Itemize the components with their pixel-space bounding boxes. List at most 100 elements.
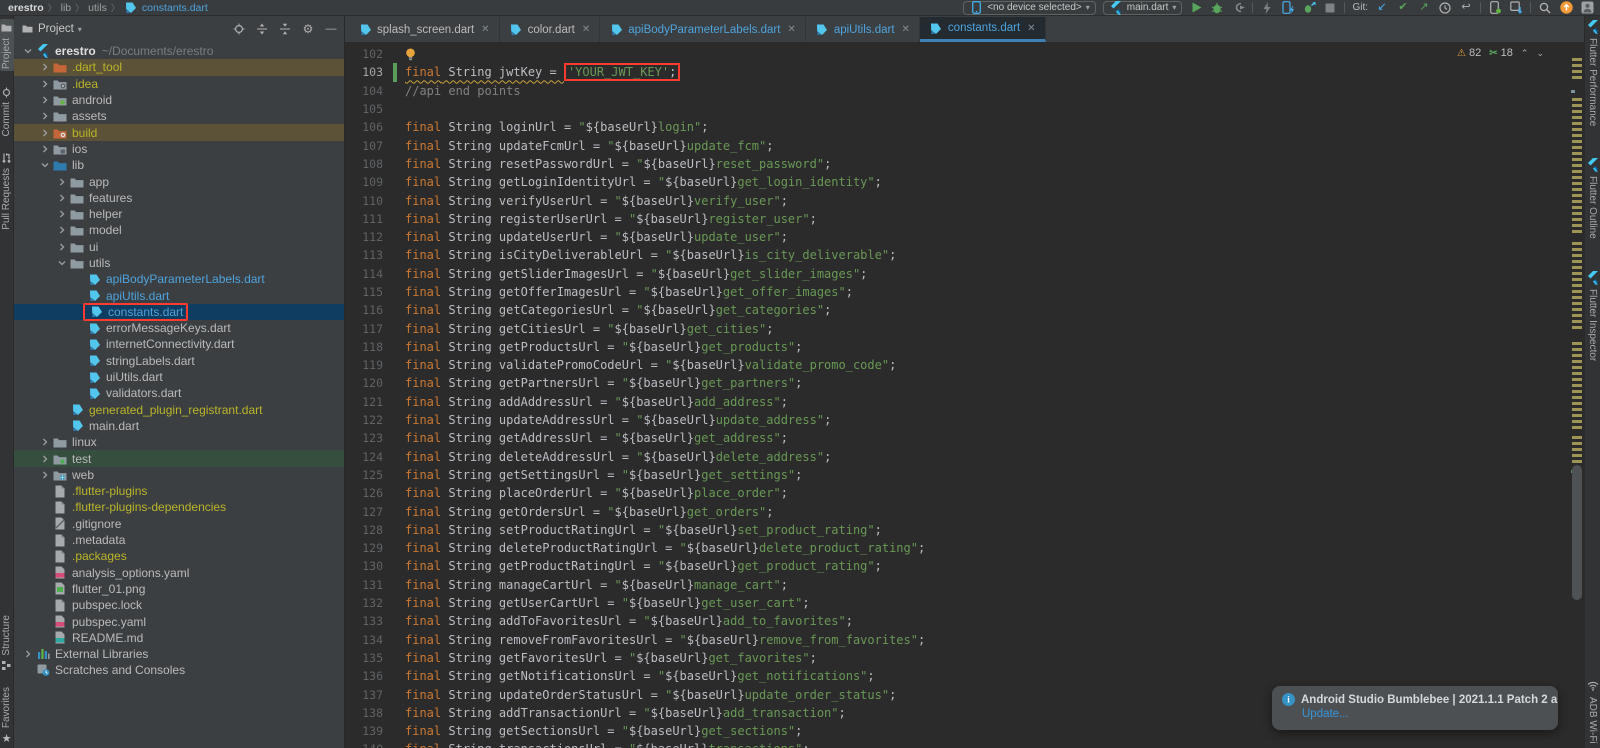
warning-stripe-mark[interactable] <box>1572 248 1582 251</box>
warning-stripe-mark[interactable] <box>1572 76 1582 79</box>
warning-stripe-mark[interactable] <box>1572 342 1582 345</box>
tree-file-uiUtils.dart[interactable]: uiUtils.dart <box>14 369 344 385</box>
tree-folder-.idea[interactable]: .idea <box>14 76 344 92</box>
intention-bulb-icon[interactable] <box>405 48 416 61</box>
update-link[interactable]: Update... <box>1302 708 1548 720</box>
close-icon[interactable]: ✕ <box>1027 23 1035 34</box>
tree-folder-android[interactable]: android <box>14 92 344 108</box>
warning-stripe-mark[interactable] <box>1572 176 1582 179</box>
code-line-126[interactable]: 126 final String placeOrderUrl = " ${baseU… <box>345 484 1570 502</box>
chevron-right-icon[interactable] <box>54 243 69 251</box>
warning-stripe-mark[interactable] <box>1572 110 1582 113</box>
chevron-right-icon[interactable] <box>54 178 69 186</box>
warning-stripe-mark[interactable] <box>1572 254 1582 257</box>
chevron-right-icon[interactable] <box>37 80 52 88</box>
code-line-109[interactable]: 109 final String getLoginIdentityUrl = " $… <box>345 173 1570 191</box>
tree-folder-model[interactable]: model <box>14 222 344 238</box>
device-selector[interactable]: <no device selected> ▾ <box>963 0 1096 15</box>
close-icon[interactable]: ✕ <box>481 24 489 35</box>
code-line-113[interactable]: 113 final String isCityDeliverableUrl = "… <box>345 246 1570 264</box>
error-stripe[interactable] <box>1570 42 1584 748</box>
tree-folder-web[interactable]: web <box>14 467 344 483</box>
git-history-button[interactable] <box>1438 1 1452 15</box>
code-line-133[interactable]: 133 final String addToFavoritesUrl = " ${b… <box>345 612 1570 630</box>
warning-stripe-mark[interactable] <box>1572 206 1582 209</box>
tree-folder-.dart_tool[interactable]: .dart_tool <box>14 59 344 76</box>
chevron-right-icon[interactable] <box>37 471 52 479</box>
code-line-106[interactable]: 106 final String loginUrl = " ${baseUrl} lo… <box>345 118 1570 136</box>
warning-stripe-mark[interactable] <box>1572 302 1582 305</box>
code-line-108[interactable]: 108 final String resetPasswordUrl = " ${ba… <box>345 155 1570 173</box>
sdk-manager-button[interactable] <box>1509 1 1523 15</box>
tree-file-stringLabels.dart[interactable]: stringLabels.dart <box>14 353 344 369</box>
tree-file-.flutter-plugins[interactable]: .flutter-plugins <box>14 483 344 499</box>
git-push-button[interactable]: ↗ <box>1417 1 1431 15</box>
code-line-112[interactable]: 112 final String updateUserUrl = " ${baseU… <box>345 228 1570 246</box>
run-button[interactable] <box>1189 1 1203 15</box>
tree-file-generated_plugin_registrant.dart[interactable]: generated_plugin_registrant.dart <box>14 402 344 418</box>
prev-problem-icon[interactable]: ⌃ <box>1521 48 1529 59</box>
close-icon[interactable]: ✕ <box>902 24 910 35</box>
chevron-right-icon[interactable] <box>54 226 69 234</box>
warning-stripe-mark[interactable] <box>1572 170 1582 173</box>
code-editor[interactable]: ⚠ 82 ✂ 18 ⌃ ⌄ 102 103 final String jwtKey … <box>345 42 1570 748</box>
warning-stripe-mark[interactable] <box>1572 448 1582 451</box>
warning-stripe-mark[interactable] <box>1572 182 1582 185</box>
code-line-102[interactable]: 102 <box>345 45 1570 63</box>
code-line-123[interactable]: 123 final String getAddressUrl = " ${baseU… <box>345 429 1570 447</box>
code-line-120[interactable]: 120 final String getPartnersUrl = " ${base… <box>345 374 1570 392</box>
warning-stripe-mark[interactable] <box>1572 152 1582 155</box>
chevron-right-icon[interactable] <box>37 96 52 104</box>
code-line-118[interactable]: 118 final String getProductsUrl = " ${base… <box>345 338 1570 356</box>
warning-stripe-mark[interactable] <box>1572 320 1582 323</box>
warning-stripe-mark[interactable] <box>1572 64 1582 67</box>
warning-stripe-mark[interactable] <box>1572 272 1582 275</box>
locate-icon[interactable] <box>232 22 246 36</box>
code-line-121[interactable]: 121 final String addAddressUrl = " ${baseU… <box>345 393 1570 411</box>
warning-stripe-mark[interactable] <box>1572 442 1582 445</box>
warning-stripe-mark[interactable] <box>1572 326 1582 329</box>
run-config-selector[interactable]: main.dart ▾ <box>1102 0 1183 15</box>
code-line-127[interactable]: 127 final String getOrdersUrl = " ${baseUr… <box>345 502 1570 520</box>
warning-stripe-mark[interactable] <box>1572 128 1582 131</box>
tool-window-button-favorites[interactable]: Favorites ★ <box>0 687 14 745</box>
warning-stripe-mark[interactable] <box>1572 290 1582 293</box>
warning-stripe-mark[interactable] <box>1572 354 1582 357</box>
warning-stripe-mark[interactable] <box>1572 70 1582 73</box>
code-line-136[interactable]: 136 final String getNotificationsUrl = " $… <box>345 667 1570 685</box>
git-update-button[interactable]: ↙ <box>1375 1 1389 15</box>
code-line-105[interactable]: 105 <box>345 100 1570 118</box>
warning-stripe-mark[interactable] <box>1572 200 1582 203</box>
settings-gear-icon[interactable]: ⚙ <box>301 22 315 36</box>
tree-folder-app[interactable]: app <box>14 173 344 189</box>
tree-file-.gitignore[interactable]: .gitignore <box>14 516 344 532</box>
code-line-114[interactable]: 114 final String getSliderImagesUrl = " ${… <box>345 265 1570 283</box>
warning-stripe-mark[interactable] <box>1572 348 1582 351</box>
warning-stripe-mark[interactable] <box>1572 402 1582 405</box>
code-line-103[interactable]: 103 final String jwtKey = 'YOUR_JWT_KEY'; <box>345 63 1570 82</box>
warning-stripe-mark[interactable] <box>1572 384 1582 387</box>
warning-stripe-mark[interactable] <box>1572 408 1582 411</box>
warning-stripe-mark[interactable] <box>1572 278 1582 281</box>
warning-stripe-mark[interactable] <box>1572 104 1582 107</box>
warning-stripe-mark[interactable] <box>1572 284 1582 287</box>
warning-stripe-mark[interactable] <box>1572 134 1582 137</box>
tab-color.dart[interactable]: color.dart ✕ <box>500 17 601 42</box>
expand-all-icon[interactable] <box>255 22 269 36</box>
warning-stripe-mark[interactable] <box>1572 230 1582 233</box>
tree-file-validators.dart[interactable]: validators.dart <box>14 385 344 401</box>
code-line-107[interactable]: 107 final String updateFcmUrl = " ${baseUr… <box>345 136 1570 154</box>
tree-file-apiUtils.dart[interactable]: apiUtils.dart <box>14 287 344 303</box>
code-line-122[interactable]: 122 final String updateAddressUrl = " ${ba… <box>345 411 1570 429</box>
warning-stripe-mark[interactable] <box>1572 414 1582 417</box>
code-line-116[interactable]: 116 final String getCategoriesUrl = " ${ba… <box>345 301 1570 319</box>
tool-window-button-commit[interactable]: Commit <box>0 85 14 137</box>
editor-scrollbar[interactable] <box>1572 465 1582 600</box>
tree-folder-linux[interactable]: linux <box>14 434 344 450</box>
code-line-135[interactable]: 135 final String getFavoritesUrl = " ${bas… <box>345 649 1570 667</box>
code-line-111[interactable]: 111 final String registerUserUrl = " ${bas… <box>345 210 1570 228</box>
flutter-attach-button[interactable] <box>1302 1 1316 15</box>
tab-apiUtils.dart[interactable]: apiUtils.dart ✕ <box>806 17 920 42</box>
tree-folder-ios[interactable]: ios <box>14 141 344 157</box>
tree-file-errorMessageKeys.dart[interactable]: errorMessageKeys.dart <box>14 320 344 336</box>
